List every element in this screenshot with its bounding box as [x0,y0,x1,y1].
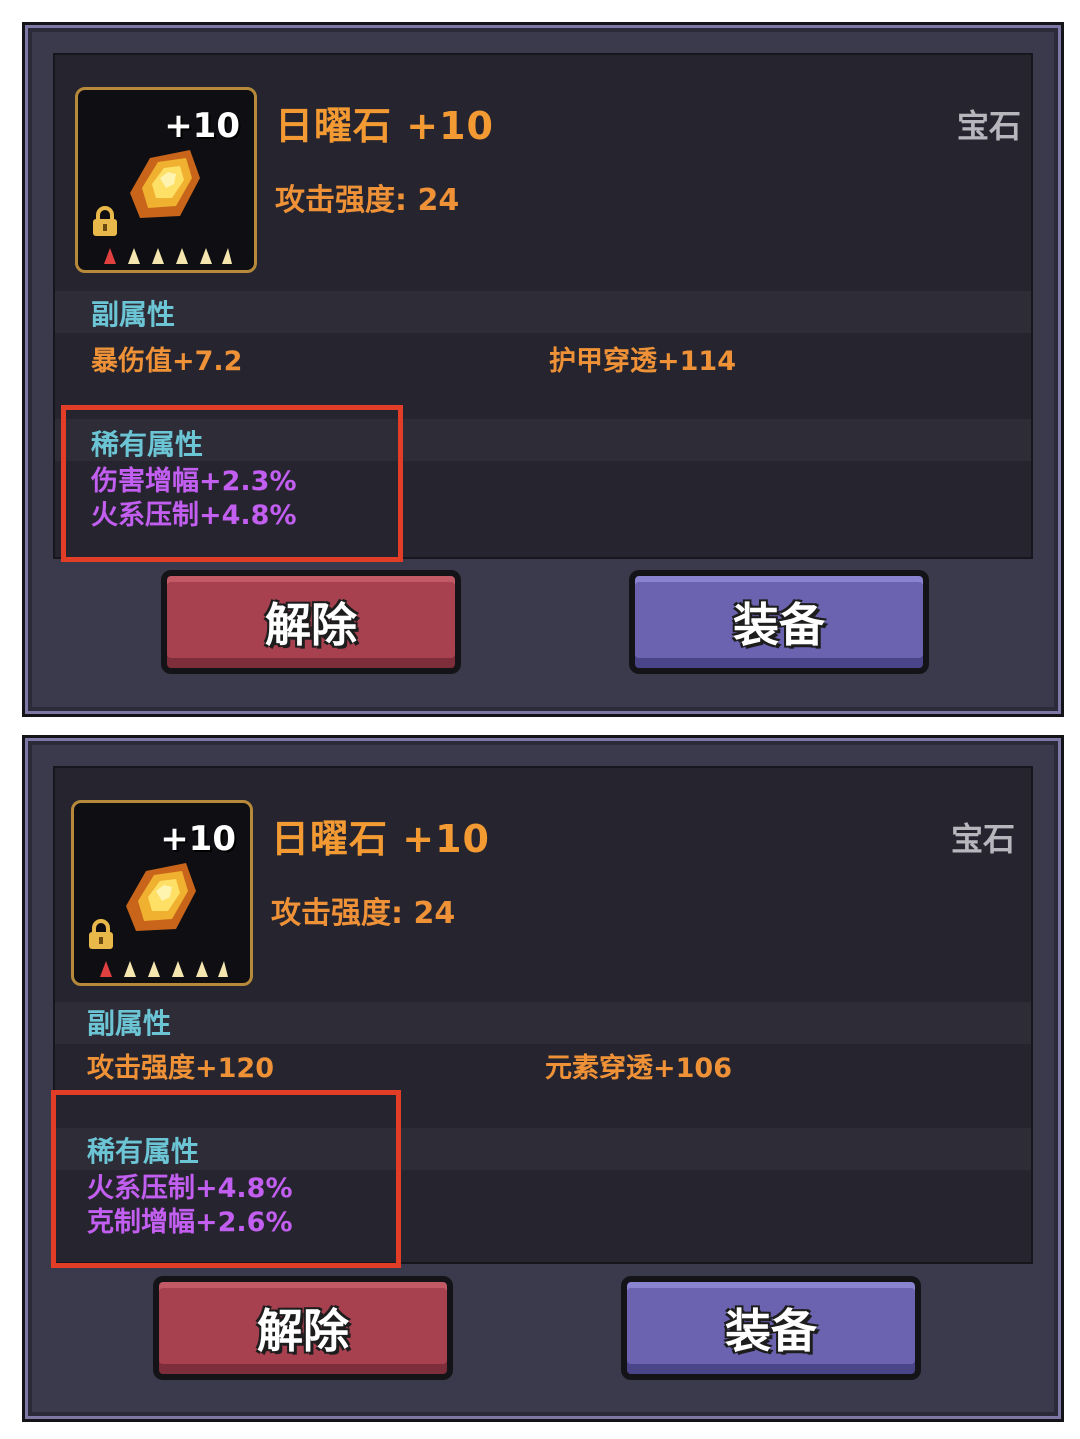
unequip-button[interactable]: 解除 [153,1276,453,1380]
sunstone-gem-icon [126,863,196,931]
lock-icon [89,919,113,949]
sub-attribute-1: 攻击强度+120 [87,1053,274,1084]
equip-button[interactable]: 装备 [629,570,929,674]
item-name: 日曜石 +10 [271,817,490,861]
main-stat: 攻击强度: 24 [275,183,460,218]
sub-attr-header-band [55,291,1031,333]
lock-icon [93,206,117,236]
star-rating-icon [100,961,228,977]
item-card-1: +10 日曜石 +10 宝石 攻击强度: 24 副属性 暴伤值+7.2 护甲穿透… [22,22,1064,717]
sunstone-gem-icon [130,150,200,218]
equip-button[interactable]: 装备 [621,1276,921,1380]
rare-attribute-1: 伤害增幅+2.3% [91,466,297,497]
unequip-button[interactable]: 解除 [161,570,461,674]
item-type: 宝石 [956,107,1021,145]
item-type: 宝石 [950,820,1015,858]
rare-attributes-label: 稀有属性 [91,428,204,461]
sub-attr-header-band [55,1002,1031,1044]
rare-attribute-2: 火系压制+4.8% [91,500,297,531]
sub-attribute-2: 元素穿透+106 [545,1053,732,1084]
rare-attribute-1: 火系压制+4.8% [87,1173,293,1204]
sub-attribute-1: 暴伤值+7.2 [91,346,243,377]
star-rating-icon [104,248,232,264]
item-card-2: +10 日曜石 +10 宝石 攻击强度: 24 副属性 攻击强度+120 元素穿… [22,735,1064,1422]
sub-attributes-label: 副属性 [91,298,176,331]
sub-attributes-label: 副属性 [87,1007,172,1040]
main-stat: 攻击强度: 24 [271,896,456,931]
item-icon-frame[interactable]: +10 [75,87,257,273]
item-name: 日曜石 +10 [275,104,494,148]
item-icon-frame[interactable]: +10 [71,800,253,986]
sub-attribute-2: 护甲穿透+114 [549,346,736,377]
rare-attribute-2: 克制增幅+2.6% [87,1207,293,1238]
rare-attributes-label: 稀有属性 [87,1135,200,1168]
